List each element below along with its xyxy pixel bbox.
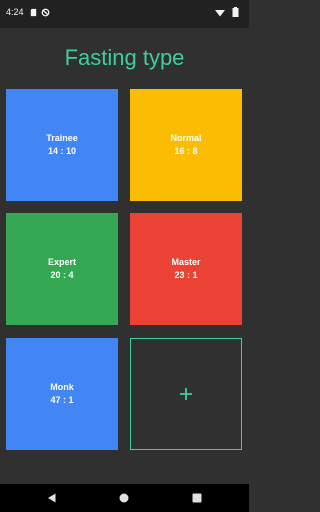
tile-ratio: 23 : 1 [174, 270, 198, 280]
fasting-tile-expert[interactable]: Expert 20 : 4 [6, 213, 118, 325]
tile-name: Master [171, 257, 201, 267]
sd-card-icon [30, 8, 37, 17]
tile-name: Trainee [46, 133, 78, 143]
tile-name: Monk [50, 382, 74, 392]
recents-icon[interactable] [192, 493, 202, 503]
page-title: Fasting type [64, 45, 185, 70]
wifi-icon [215, 10, 225, 17]
status-bar: 4:24 [0, 0, 249, 28]
add-fasting-type-button[interactable] [130, 338, 242, 450]
tile-ratio: 20 : 4 [50, 270, 74, 280]
do-not-disturb-icon [41, 8, 50, 17]
home-icon[interactable] [119, 493, 129, 503]
fasting-tile-master[interactable]: Master 23 : 1 [130, 213, 242, 325]
tile-ratio: 14 : 10 [47, 146, 77, 156]
navigation-bar [0, 484, 249, 512]
plus-icon [180, 388, 192, 400]
fasting-tile-normal[interactable]: Normal 16 : 8 [130, 89, 242, 201]
tile-name: Expert [47, 257, 76, 267]
tile-ratio: 16 : 8 [174, 146, 198, 156]
tile-ratio: 47 : 1 [50, 395, 74, 405]
fasting-tile-trainee[interactable]: Trainee 14 : 10 [6, 89, 118, 201]
tile-name: Normal [170, 133, 202, 143]
fasting-tile-monk[interactable]: Monk 47 : 1 [6, 338, 118, 450]
status-time: 4:24 [6, 7, 24, 17]
battery-icon [232, 7, 239, 17]
back-icon[interactable] [47, 493, 57, 503]
